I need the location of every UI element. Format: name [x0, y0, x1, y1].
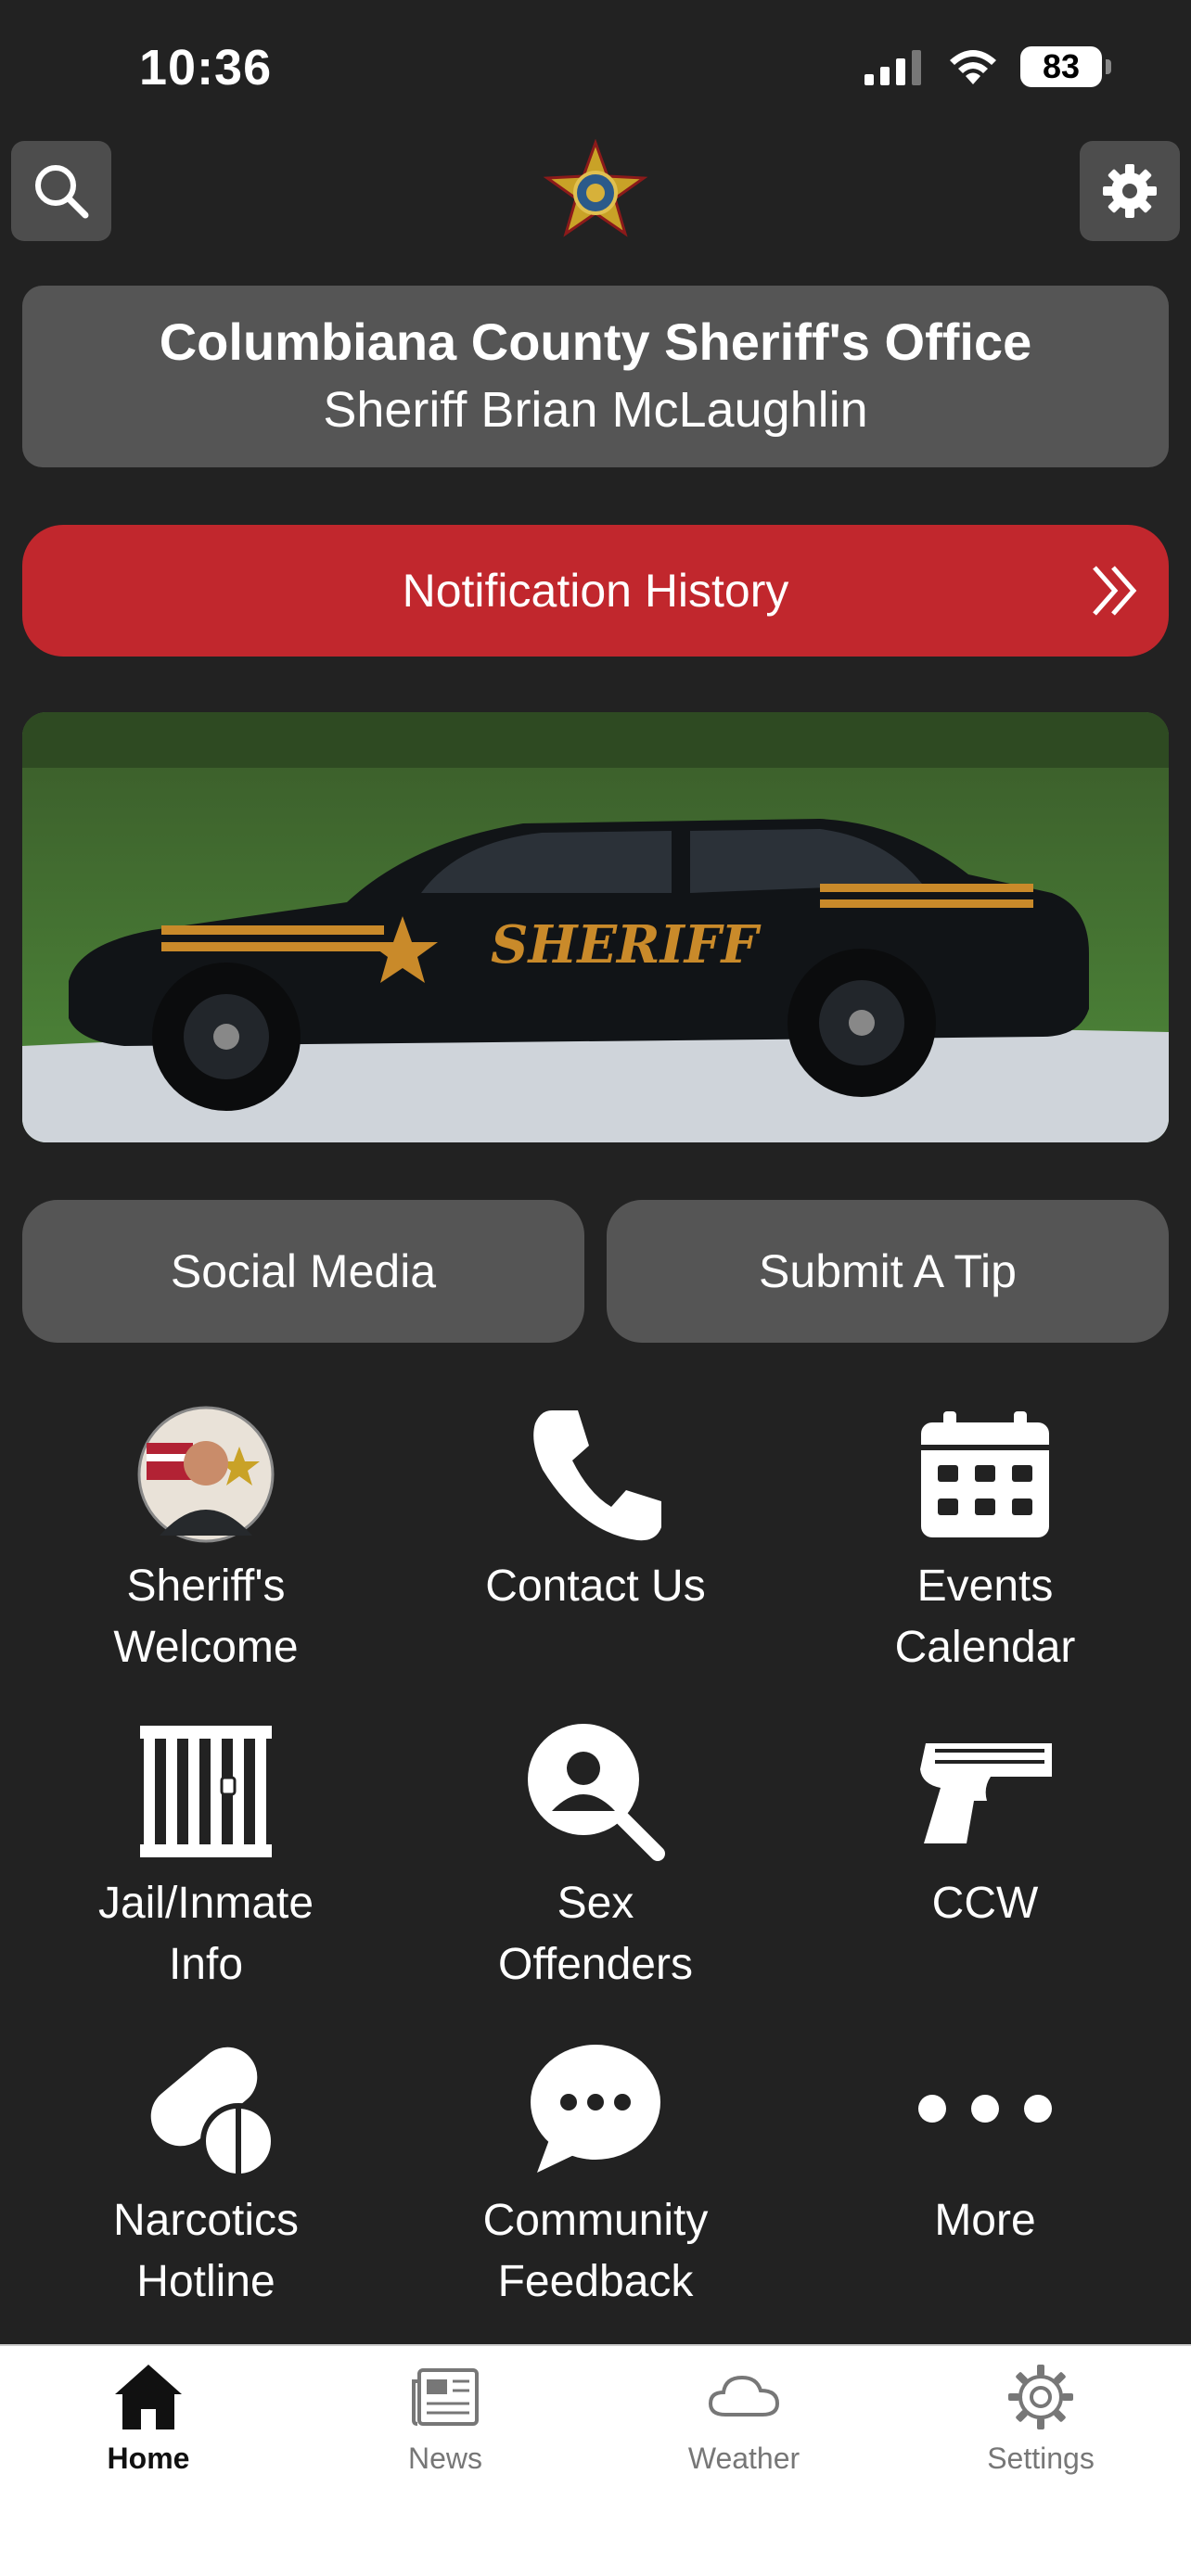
- tab-label: Home: [107, 2442, 190, 2475]
- cloud-icon: [708, 2375, 780, 2417]
- tile-contact-us[interactable]: Contact Us: [410, 1400, 781, 1617]
- tile-label: Community Feedback: [482, 2196, 709, 2306]
- search-button[interactable]: [11, 141, 111, 241]
- news-icon: [412, 2368, 479, 2426]
- tab-settings[interactable]: Settings: [939, 2363, 1143, 2476]
- tab-label: Weather: [687, 2442, 800, 2475]
- tile-events-calendar[interactable]: Events Calendar: [800, 1400, 1171, 1678]
- notification-history-button[interactable]: Notification History: [22, 525, 1169, 657]
- hero-image: SHERIFF: [22, 712, 1169, 1142]
- sheriff-car-illustration: SHERIFF: [22, 712, 1169, 1142]
- tile-sex-offenders[interactable]: Sex Offenders: [410, 1717, 781, 1996]
- status-time: 10:36: [139, 40, 273, 96]
- battery-indicator: 83: [1020, 46, 1111, 87]
- home-icon: [115, 2365, 182, 2429]
- jail-icon: [140, 1726, 272, 1857]
- pills-icon: [150, 2047, 275, 2178]
- tile-narcotics-hotline[interactable]: Narcotics Hotline: [20, 2034, 391, 2313]
- tile-sheriffs-welcome[interactable]: Sheriff's Welcome: [20, 1400, 391, 1678]
- status-icons: 83: [864, 46, 1111, 87]
- agency-name: Columbiana County Sheriff's Office: [159, 312, 1032, 371]
- tile-more[interactable]: More: [800, 2034, 1171, 2251]
- tab-label: Settings: [987, 2442, 1095, 2475]
- phone-icon: [533, 1410, 661, 1541]
- tile-label: Sheriff's Welcome: [113, 1562, 299, 1672]
- status-bar: 10:36 83: [0, 0, 1191, 139]
- car-sheriff-text: SHERIFF: [491, 914, 762, 976]
- social-media-label: Social Media: [170, 1245, 437, 1297]
- tile-jail-inmate-info[interactable]: Jail/Inmate Info: [20, 1717, 391, 1996]
- tile-label: Jail/Inmate Info: [97, 1879, 314, 1989]
- tile-label: CCW: [931, 1879, 1039, 1928]
- sheriff-name: Sheriff Brian McLaughlin: [323, 382, 868, 438]
- handgun-icon: [920, 1743, 1052, 1843]
- tab-weather[interactable]: Weather: [642, 2363, 846, 2476]
- tab-home[interactable]: Home: [46, 2363, 250, 2476]
- tile-ccw[interactable]: CCW: [800, 1717, 1171, 1934]
- more-icon: [918, 2095, 1052, 2123]
- tab-news[interactable]: News: [343, 2363, 547, 2476]
- tab-label: News: [407, 2442, 482, 2475]
- tile-label: Sex Offenders: [498, 1879, 693, 1989]
- signal-icon: [864, 50, 921, 85]
- social-media-button[interactable]: Social Media: [22, 1200, 584, 1343]
- double-chevron-right-icon: [1093, 566, 1137, 616]
- tile-label: Contact Us: [485, 1562, 706, 1611]
- bottom-tab-bar: Home News Weather Settings: [0, 2344, 1191, 2576]
- tile-label: Narcotics Hotline: [112, 2196, 300, 2306]
- gear-icon: [1008, 2365, 1073, 2429]
- chat-icon: [531, 2045, 660, 2173]
- sheriff-badge-logo: [543, 139, 648, 237]
- gear-icon: [1103, 164, 1157, 218]
- submit-tip-label: Submit A Tip: [759, 1245, 1017, 1297]
- notification-history-label: Notification History: [402, 565, 789, 617]
- calendar-icon: [921, 1411, 1049, 1537]
- search-person-icon: [528, 1724, 665, 1861]
- wifi-icon: [950, 50, 996, 84]
- settings-button[interactable]: [1080, 141, 1180, 241]
- tile-label: Events Calendar: [894, 1562, 1076, 1672]
- submit-tip-button[interactable]: Submit A Tip: [607, 1200, 1169, 1343]
- avatar: [137, 1406, 275, 1543]
- tile-community-feedback[interactable]: Community Feedback: [410, 2034, 781, 2313]
- tile-label: More: [934, 2196, 1036, 2245]
- search-icon: [35, 165, 89, 219]
- agency-title-card: Columbiana County Sheriff's Office Sheri…: [22, 286, 1169, 467]
